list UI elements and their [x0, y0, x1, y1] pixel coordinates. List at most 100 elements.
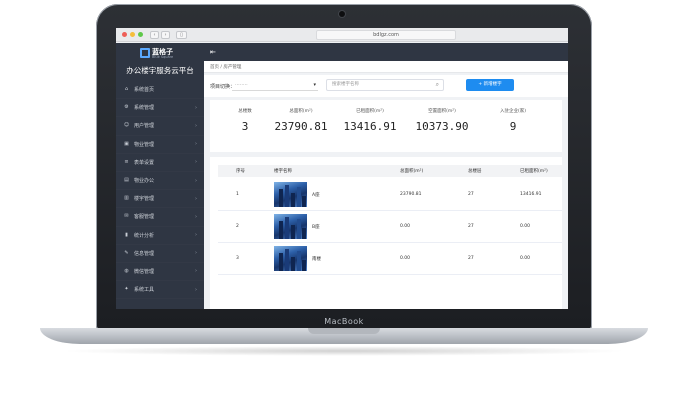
rented-area: 0.00 [520, 256, 531, 261]
stats-card: 总楼数 3 总面积(m²) 23790.81 已租面积(m²) 13416.91 空置面积(… [210, 100, 562, 152]
column-header[interactable]: 序号 [236, 168, 245, 174]
sidebar-item[interactable]: ✎ 信息管理 › [116, 245, 204, 263]
logo-subtitle: Blue Square [152, 55, 174, 59]
back-icon[interactable]: ‹ [150, 31, 159, 39]
row-index: 2 [236, 224, 239, 229]
stat-value: 10373.90 [415, 120, 469, 133]
chart-icon: ▮ [125, 231, 128, 238]
building-table: 序号 楼宇名称 总面积(m²) 总楼层 已租面积(m²) 1 A座 23790.81 27 13… [210, 157, 562, 309]
minimize-window-icon[interactable] [130, 32, 135, 37]
building-name: A座 [312, 193, 320, 198]
sidebar-item[interactable]: ▮ 统计分析 › [116, 227, 204, 245]
building-search-input[interactable]: 搜索楼宇名称 ⌕ [326, 79, 444, 91]
search-icon[interactable]: ⌕ [436, 80, 439, 90]
sidebar-item-label: 系统管理 [134, 105, 155, 112]
filter-bar: 项目切换： ········ ▾ 搜索楼宇名称 ⌕ + 新增楼宇 [204, 75, 568, 97]
total-area: 23790.81 [400, 192, 422, 197]
maximize-window-icon[interactable] [138, 32, 143, 37]
building-thumbnail[interactable] [274, 246, 307, 271]
address-url: bdlgz.com [373, 32, 399, 38]
table-header: 序号 楼宇名称 总面积(m²) 总楼层 已租面积(m²) [218, 165, 562, 177]
close-window-icon[interactable] [122, 32, 127, 37]
chevron-right-icon: › [195, 286, 197, 293]
sidebar-item[interactable]: ✉ 客服管理 › [116, 208, 204, 226]
sidebar-item-label: 信息管理 [134, 250, 155, 257]
top-bar: ⇤ [204, 43, 568, 61]
stat-value: 9 [509, 120, 517, 133]
sidebar-item-label: 用户管理 [134, 123, 155, 130]
row-index: 1 [236, 192, 239, 197]
stat-value: 13416.91 [343, 120, 397, 133]
sidebar-item-label: 微信管理 [134, 268, 155, 275]
sidebar: 蓝格子 Blue Square 办公楼宇服务云平台 ⌂ 系统首页 ⚙ 系统管理 › ☺ 用户… [116, 43, 204, 309]
info-icon: ✎ [124, 249, 129, 256]
sidebar-item-label: 物业办公 [134, 178, 155, 185]
sidebar-item[interactable]: ✦ 系统工具 › [116, 281, 204, 299]
stat-label: 已租面积(m²) [356, 109, 384, 114]
column-header[interactable]: 楼宇名称 [274, 168, 292, 174]
table-row[interactable]: 3 南楼 0.00 27 0.00 [218, 243, 562, 275]
project-select-value: ········ [235, 82, 248, 88]
sidebar-item-label: 系统首页 [134, 87, 155, 94]
browser-toolbar: ‹ › ▯ bdlgz.com [116, 28, 568, 42]
sidebar-item[interactable]: ▥ 楼宇管理 › [116, 190, 204, 208]
total-floors: 27 [468, 192, 474, 197]
stat-item: 总面积(m²) 23790.81 [266, 108, 336, 133]
chevron-right-icon: › [195, 195, 197, 202]
chevron-right-icon: › [195, 213, 197, 220]
search-placeholder: 搜索楼宇名称 [332, 82, 359, 87]
chevron-right-icon: › [195, 141, 197, 148]
sidebar-item-label: 表单设置 [134, 159, 155, 166]
rented-area: 13416.91 [520, 192, 542, 197]
sidebar-item[interactable]: ⌂ 系统首页 [116, 81, 204, 99]
breadcrumb[interactable]: 首页 / 房产管理 [210, 64, 241, 70]
rented-area: 0.00 [520, 224, 531, 229]
sidebar-item[interactable]: ◍ 微信管理 › [116, 263, 204, 281]
total-floors: 27 [468, 224, 474, 229]
chevron-right-icon: › [195, 250, 197, 257]
stat-item: 空置面积(m²) 10373.90 [407, 108, 477, 133]
sidebar-toggle-icon[interactable]: ▯ [176, 31, 187, 39]
column-header[interactable]: 已租面积(m²) [520, 168, 548, 174]
app-logo[interactable]: 蓝格子 Blue Square [140, 47, 180, 61]
sidebar-item[interactable]: ☺ 用户管理 › [116, 117, 204, 135]
stat-item: 已租面积(m²) 13416.91 [335, 108, 405, 133]
breadcrumb-bar: 首页 / 房产管理 [204, 61, 568, 73]
column-header[interactable]: 总面积(m²) [400, 168, 423, 174]
forward-icon[interactable]: › [161, 31, 170, 39]
building-name: 南楼 [312, 257, 321, 262]
sidebar-item-label: 楼宇管理 [134, 196, 155, 203]
table-row[interactable]: 2 B座 0.00 27 0.00 [218, 211, 562, 243]
chevron-right-icon: › [195, 232, 197, 239]
home-icon: ⌂ [124, 86, 129, 93]
user-icon: ☺ [123, 122, 130, 129]
column-header[interactable]: 总楼层 [468, 168, 482, 174]
building-thumbnail[interactable] [274, 182, 307, 207]
building-thumbnail[interactable] [274, 214, 307, 239]
caret-down-icon: ▾ [313, 82, 316, 88]
sidebar-item[interactable]: ≡ 表单设置 › [116, 154, 204, 172]
gear-icon: ⚙ [124, 104, 129, 111]
sidebar-item[interactable]: ▣ 物业管理 › [116, 136, 204, 154]
sidebar-item[interactable]: ⚙ 系统管理 › [116, 99, 204, 117]
table-row[interactable]: 1 A座 23790.81 27 13416.91 [218, 179, 562, 211]
laptop-shadow [60, 346, 628, 356]
service-icon: ✉ [124, 213, 129, 220]
project-select[interactable]: ········ ▾ [232, 80, 318, 91]
chevron-right-icon: › [195, 104, 197, 111]
address-bar[interactable]: bdlgz.com [316, 30, 456, 40]
stat-label: 入驻企业(家) [499, 109, 526, 114]
form-icon: ≡ [124, 158, 129, 165]
stat-value: 23790.81 [274, 120, 328, 133]
total-floors: 27 [468, 256, 474, 261]
laptop-notch [308, 328, 380, 334]
sidebar-item-label: 系统工具 [134, 287, 155, 294]
wechat-icon: ◍ [124, 267, 129, 274]
sidebar-item[interactable]: ▤ 物业办公 › [116, 172, 204, 190]
sidebar-item-label: 物业管理 [134, 141, 155, 148]
logo-square-icon [140, 48, 150, 58]
add-building-button[interactable]: + 新增楼宇 [466, 79, 514, 91]
menu-toggle-icon[interactable]: ⇤ [210, 48, 218, 56]
stat-item: 入驻企业(家) 9 [478, 108, 548, 133]
building-icon: ▥ [124, 195, 129, 202]
